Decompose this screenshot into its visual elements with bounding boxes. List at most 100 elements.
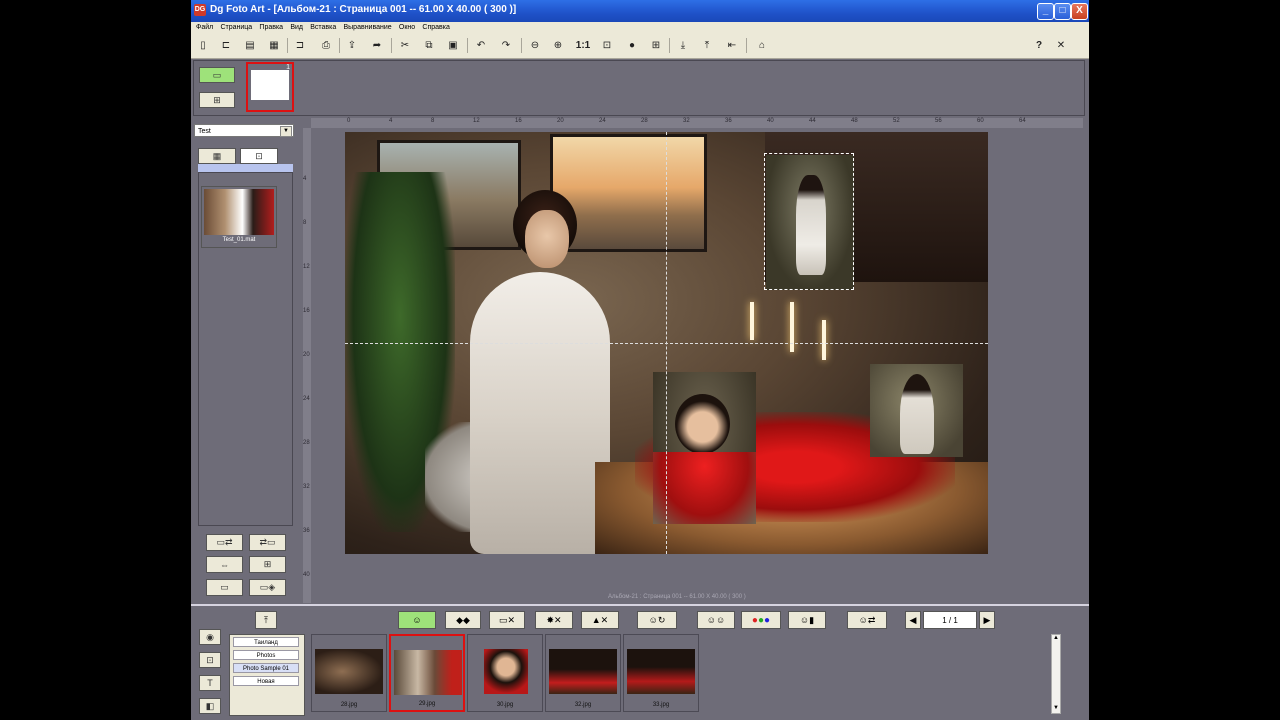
import-icon[interactable]: ⊐ [292, 38, 308, 53]
ruler-tick: 20 [303, 352, 310, 358]
layout-btn-1[interactable]: ▭⇄ [206, 534, 243, 551]
folder-select-value: Test [198, 128, 211, 135]
ruler-tick: 12 [303, 264, 310, 270]
crop-icon[interactable]: ⊡ [199, 652, 221, 668]
horizontal-ruler: 0 4 8 12 16 20 24 28 32 36 40 44 48 52 5… [311, 118, 1083, 128]
maximize-button[interactable]: □ [1054, 3, 1071, 20]
menu-edit[interactable]: Правка [259, 22, 283, 34]
close-button[interactable]: X [1071, 3, 1088, 20]
rotate-image-button[interactable]: ☺↻ [637, 611, 677, 629]
fit-page-icon[interactable]: ⊡ [599, 38, 615, 53]
zoom-actual-button[interactable]: 1:1 [573, 38, 593, 53]
print-icon[interactable]: ⎙ [318, 38, 334, 53]
home-icon[interactable]: ⌂ [754, 38, 770, 53]
help-button[interactable]: ? [1031, 38, 1047, 53]
scroll-down-icon[interactable]: ▼ [1052, 705, 1060, 713]
ruler-tick: 4 [303, 176, 307, 182]
paste-icon[interactable]: ▣ [445, 38, 461, 53]
list-item[interactable]: 32.jpg [545, 634, 621, 712]
canvas-caption: Альбом-21 : Страница 001 -- 61.00 X 40.0… [608, 594, 746, 600]
grid-icon[interactable]: ⊞ [648, 38, 664, 53]
list-item[interactable]: 28.jpg [311, 634, 387, 712]
open-icon[interactable]: ⊏ [218, 38, 234, 53]
redo-icon[interactable]: ↷ [498, 38, 514, 53]
page-counter[interactable]: 1 / 1 [923, 611, 977, 629]
layout-btn-6[interactable]: ▭◈ [249, 579, 286, 596]
menu-help[interactable]: Справка [422, 22, 449, 34]
category-item[interactable]: Новая [233, 676, 299, 686]
mirror-image-button[interactable]: ☺☺ [697, 611, 735, 629]
text-tool-icon[interactable]: T [199, 675, 221, 691]
menu-window[interactable]: Окно [399, 22, 415, 34]
send-icon[interactable]: ➦ [369, 38, 385, 53]
save-icon[interactable]: ▤ [242, 38, 258, 53]
collapse-panel-button[interactable]: ⤒ [255, 611, 277, 629]
prev-page-button[interactable]: ◀ [905, 611, 921, 629]
shapes-icon[interactable]: ◧ [199, 698, 221, 714]
selection-box[interactable] [764, 153, 854, 290]
zoom-out-icon[interactable]: ⊖ [527, 38, 543, 53]
vertical-ruler: 4 8 12 16 20 24 28 32 36 40 [303, 128, 311, 603]
category-item[interactable]: Photos [233, 650, 299, 660]
layout-btn-5[interactable]: ▭ [206, 579, 243, 596]
tab-layouts[interactable]: ▦ [198, 148, 236, 164]
align-left-icon[interactable]: ⇤ [724, 38, 740, 53]
photo-remove-button[interactable]: ▲✕ [581, 611, 619, 629]
color-correction-button[interactable]: ● ● ● [741, 611, 781, 629]
export-icon[interactable]: ⇪ [344, 38, 360, 53]
menu-insert[interactable]: Вставка [310, 22, 336, 34]
layout-btn-4[interactable]: ⊞ [249, 556, 286, 573]
photo-mode-button[interactable]: ☺ [398, 611, 436, 629]
effect-remove-button[interactable]: ✸✕ [535, 611, 573, 629]
fit-width-icon[interactable]: ● [624, 38, 640, 53]
palette-icon[interactable]: ◉ [199, 629, 221, 645]
file-thumb-image [204, 189, 274, 235]
thumbnail-scrollbar[interactable]: ▲ ▼ [1051, 634, 1061, 714]
ruler-tick: 64 [1019, 118, 1026, 124]
ruler-tick: 16 [515, 118, 522, 124]
list-item[interactable]: 29.jpg [389, 634, 465, 712]
menu-align[interactable]: Выравнивание [343, 22, 391, 34]
menu-view[interactable]: Вид [290, 22, 303, 34]
page-thumbnail[interactable]: 1 [246, 62, 294, 112]
photo-frame-3[interactable] [870, 364, 963, 457]
photo-frame-2[interactable] [653, 372, 756, 524]
adjust-image-button[interactable]: ☺▮ [788, 611, 826, 629]
layout-btn-2[interactable]: ⇄▭ [249, 534, 286, 551]
app-icon: DG [194, 4, 206, 16]
category-item[interactable]: Photo Sample 01 [233, 663, 299, 673]
context-help-icon[interactable]: ✕ [1053, 38, 1069, 53]
add-page-button[interactable]: ⊞ [199, 92, 235, 108]
album-page-canvas[interactable] [345, 132, 988, 554]
list-item[interactable]: 30.jpg [467, 634, 543, 712]
new-page-icon[interactable]: ▯ [195, 38, 211, 53]
title-bar[interactable]: DG Dg Foto Art - [Альбом-21 : Страница 0… [191, 0, 1089, 22]
copy-icon[interactable]: ⧉ [421, 38, 437, 53]
cut-icon[interactable]: ✂ [397, 38, 413, 53]
swap-images-button[interactable]: ◆◆ [445, 611, 481, 629]
align-top-icon[interactable]: ⤒ [699, 38, 715, 53]
list-item[interactable]: 33.jpg [623, 634, 699, 712]
bride-dress [470, 272, 610, 554]
menu-page[interactable]: Страница [220, 22, 252, 34]
zoom-in-icon[interactable]: ⊕ [550, 38, 566, 53]
next-page-button[interactable]: ▶ [979, 611, 995, 629]
chevron-down-icon[interactable]: ▼ [280, 126, 292, 137]
save-all-icon[interactable]: ▦ [266, 38, 282, 53]
tab-files[interactable]: ⊡ [240, 148, 278, 164]
align-bottom-icon[interactable]: ⤓ [675, 38, 691, 53]
page-view-button[interactable]: ▭ [199, 67, 235, 83]
bride-face [525, 210, 569, 268]
window-title: Dg Foto Art - [Альбом-21 : Страница 001 … [210, 4, 517, 15]
undo-icon[interactable]: ↶ [473, 38, 489, 53]
page-number: 1 [286, 64, 290, 71]
menu-file[interactable]: Файл [196, 22, 213, 34]
frame-remove-button[interactable]: ▭✕ [489, 611, 525, 629]
folder-select[interactable]: Test ▼ [194, 124, 294, 137]
layout-btn-3[interactable]: ⇔ [206, 556, 243, 573]
replace-image-button[interactable]: ☺⇄ [847, 611, 887, 629]
scroll-up-icon[interactable]: ▲ [1052, 635, 1060, 643]
file-thumb[interactable]: Test_01.mat [201, 186, 277, 248]
category-item[interactable]: Таиланд [233, 637, 299, 647]
minimize-button[interactable]: _ [1037, 3, 1054, 20]
